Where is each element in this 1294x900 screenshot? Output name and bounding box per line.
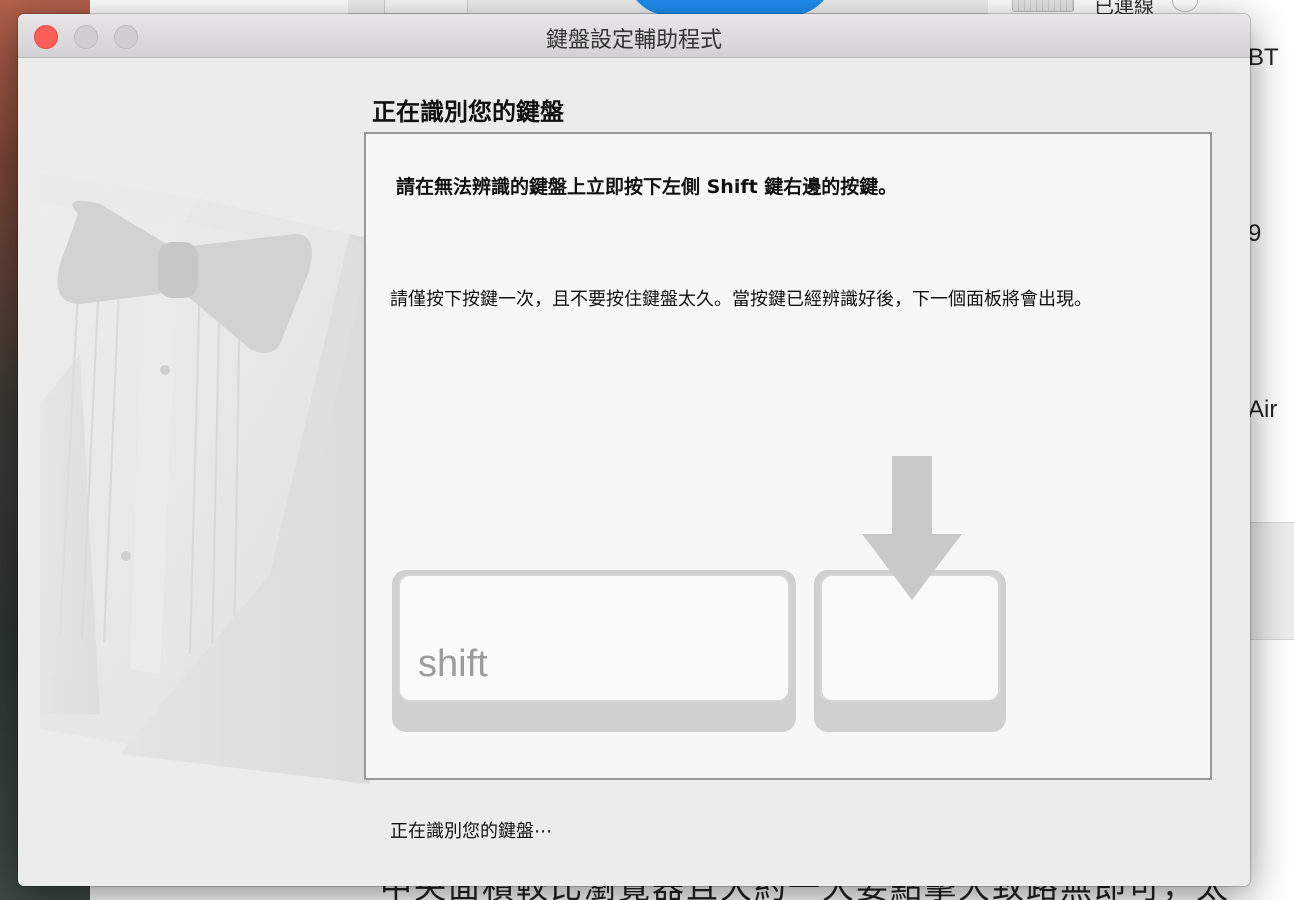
key-face: shift — [398, 574, 790, 702]
keyboard-icon — [1012, 0, 1074, 12]
shift-key-label: shift — [418, 643, 488, 685]
page-title: 正在識別您的鍵盤 — [372, 98, 564, 126]
background-thumbnail — [384, 0, 468, 14]
status-text: 正在識別您的鍵盤⋯ — [390, 821, 552, 842]
background-panel — [1250, 522, 1294, 640]
background-device-label: Air — [1248, 396, 1278, 423]
shift-key-illustration: shift — [392, 570, 796, 732]
background-device-label: 9 — [1248, 220, 1262, 247]
background-device-label: BT — [1248, 44, 1279, 71]
arrow-down-icon — [862, 456, 962, 600]
content-panel: 請在無法辨識的鍵盤上立即按下左側 Shift 鍵右邊的按鍵。 請僅按下按鍵一次，… — [364, 132, 1212, 780]
window-title: 鍵盤設定輔助程式 — [545, 28, 722, 53]
instruction-text: 請在無法辨識的鍵盤上立即按下左側 Shift 鍵右邊的按鍵。 — [396, 176, 898, 198]
note-text: 請僅按下按鍵一次，且不要按住鍵盤太久。當按鍵已經辨識好後，下一個面板將會出現。 — [390, 289, 1092, 310]
title-bar[interactable]: 鍵盤設定輔助程式 — [18, 14, 1250, 58]
keyboard-setup-assistant-window: 鍵盤設定輔助程式 正在識別您的鍵盤 請在無法辨識的鍵盤上立即按下左側 Shift… — [18, 14, 1250, 886]
